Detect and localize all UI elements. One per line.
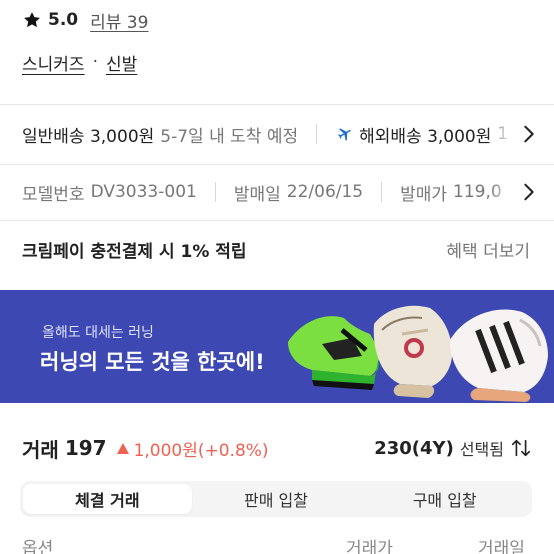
rating-score: 5.0 <box>48 10 79 30</box>
tab-buy-bids[interactable]: 구매 입찰 <box>360 484 529 514</box>
release-date-label: 발매일 <box>233 184 281 205</box>
breadcrumb: 스니커즈 · 신발 <box>22 48 137 76</box>
banner-subtitle: 올해도 대세는 러닝 <box>42 325 154 341</box>
release-price-value: 119,0 <box>453 182 502 202</box>
running-banner[interactable]: 올해도 대세는 러닝 러닝의 모든 것을 한곳에! <box>0 290 554 403</box>
trade-tabs: 체결 거래 판매 입찰 구매 입찰 <box>20 481 532 517</box>
airplane-icon <box>338 128 351 141</box>
cream-pay-text: 크림페이 충전결제 시 1% 적립 <box>22 241 247 262</box>
trade-table-header: 옵션 거래가 거래일 <box>0 534 554 554</box>
trade-label: 거래 <box>22 437 59 462</box>
normal-shipping-eta: 5-7일 내 도착 예정 <box>160 126 299 147</box>
column-header-price: 거래가 <box>346 539 393 554</box>
sort-arrows-icon <box>511 439 531 457</box>
benefit-more-link[interactable]: 혜택 더보기 <box>446 237 530 262</box>
banner-title: 러닝의 모든 것을 한곳에! <box>40 350 265 374</box>
tab-concluded-trades[interactable]: 체결 거래 <box>23 484 192 514</box>
category-link-shoes[interactable]: 신발 <box>106 50 137 75</box>
chevron-right-icon[interactable] <box>518 123 540 145</box>
shipping-row[interactable]: 일반배송 3,000원 5-7일 내 도착 예정 해외배송 3,000원 1 <box>0 106 554 162</box>
model-number-label: 모델번호 <box>22 184 85 205</box>
divider <box>381 182 383 202</box>
trade-summary-row: 거래 197 1,000원(+0.8%) 230(4Y) 선택됨 <box>0 428 554 468</box>
selected-size-label: 선택됨 <box>459 440 504 459</box>
divider <box>316 124 318 144</box>
release-date-value: 22/06/15 <box>286 182 364 202</box>
rating-row: 5.0 리뷰 39 <box>22 6 148 34</box>
overseas-shipping-label: 해외배송 3,000원 <box>359 126 492 147</box>
release-price-label: 발매가 <box>400 184 448 205</box>
category-separator: · <box>92 52 98 72</box>
cream-pay-row: 크림페이 충전결제 시 1% 적립 혜택 더보기 <box>0 220 554 278</box>
price-up-icon <box>116 442 129 454</box>
selected-size-value: 230(4Y) <box>374 437 454 459</box>
star-icon <box>24 12 40 28</box>
overseas-shipping-eta: 1 <box>497 124 509 144</box>
trade-count: 197 <box>64 436 107 460</box>
divider <box>0 104 554 105</box>
column-header-option: 옵션 <box>22 539 54 554</box>
column-header-date: 거래일 <box>478 539 525 554</box>
category-link-sneakers[interactable]: 스니커즈 <box>22 50 85 75</box>
price-change: 1,000원(+0.8%) <box>133 440 269 461</box>
normal-shipping-label: 일반배송 3,000원 <box>22 126 155 147</box>
product-specs-row[interactable]: 모델번호 DV3033-001 발매일 22/06/15 발매가 119,0 <box>0 164 554 220</box>
running-shoes-image <box>288 305 548 402</box>
divider <box>214 182 216 202</box>
size-selector[interactable]: 230(4Y) 선택됨 <box>374 428 532 468</box>
review-count-link[interactable]: 리뷰 39 <box>90 8 148 33</box>
tab-sell-bids[interactable]: 판매 입찰 <box>192 484 361 514</box>
chevron-right-icon[interactable] <box>518 181 540 203</box>
model-number-value: DV3033-001 <box>90 182 197 202</box>
